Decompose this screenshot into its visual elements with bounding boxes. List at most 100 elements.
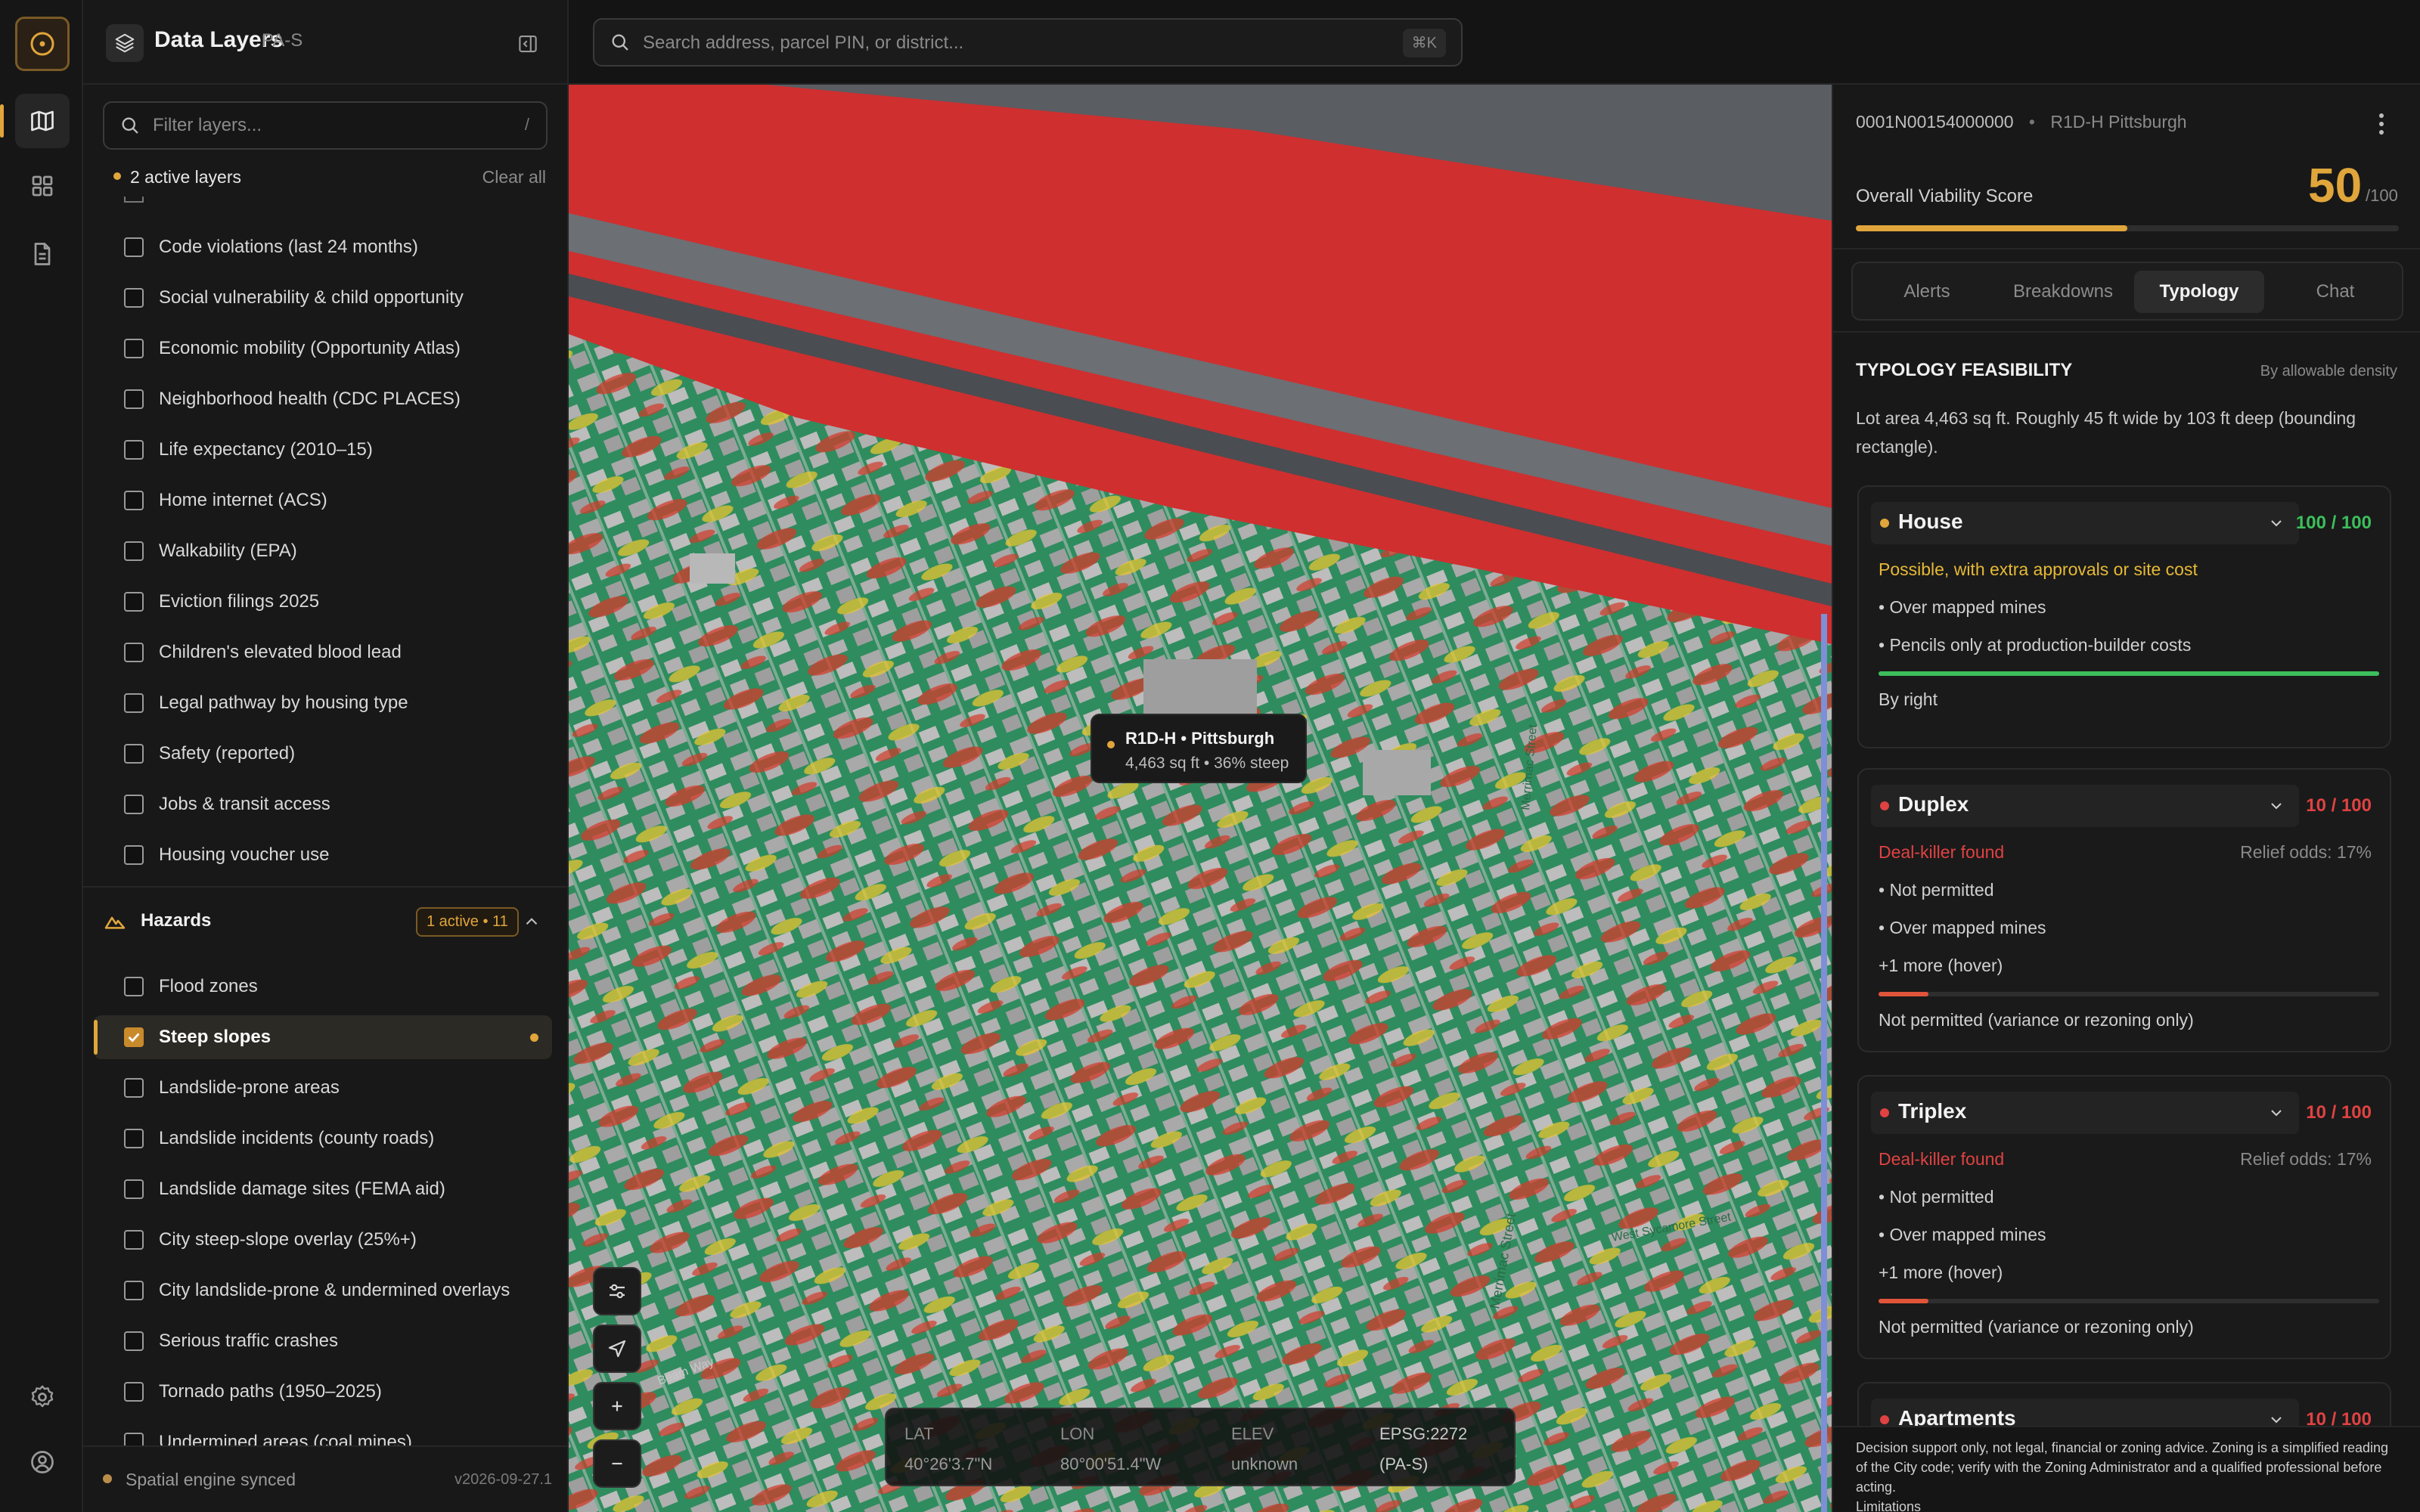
layer-row[interactable]: Jobs & transit access [94, 782, 552, 826]
chevron-down-icon[interactable] [2267, 1104, 2285, 1126]
zoom-in-button[interactable] [593, 1382, 641, 1430]
layer-checkbox[interactable] [124, 491, 144, 510]
layer-row[interactable]: Landslide incidents (county roads) [94, 1117, 552, 1160]
chevron-down-icon[interactable] [2267, 797, 2285, 819]
card-status: Possible, with extra approvals or site c… [1879, 559, 2198, 579]
layer-checkbox[interactable] [124, 288, 144, 308]
layer-row[interactable]: City landslide-prone & undermined overla… [94, 1269, 552, 1312]
layer-row[interactable]: Landslide damage sites (FEMA aid) [94, 1167, 552, 1211]
limitations-link[interactable]: Limitations [1856, 1499, 1921, 1512]
layer-row[interactable]: Safety (reported) [94, 732, 552, 776]
layer-label: Safety (reported) [159, 743, 296, 764]
layer-row[interactable]: Flood zones [94, 965, 552, 1009]
data-layers-sidebar: Data Layers PA-S / 2 active layers Clear… [83, 0, 569, 1512]
more-options-button[interactable] [2370, 110, 2393, 138]
tab-typology[interactable]: Typology [2134, 271, 2264, 313]
layer-checkbox[interactable] [124, 1179, 144, 1199]
disclaimer: Decision support only, not legal, financ… [1833, 1426, 2420, 1512]
more-reasons-link[interactable]: +1 more (hover) [1879, 1263, 2003, 1283]
card-score: 10 / 100 [2306, 795, 2372, 816]
layer-row[interactable]: Tornado paths (1950–2025) [94, 1370, 552, 1414]
map-layers-control[interactable] [593, 1267, 641, 1315]
hazards-group-header[interactable]: Hazards 1 active • 11 [83, 886, 567, 953]
layer-row[interactable]: Serious traffic crashes [94, 1319, 552, 1363]
card-header[interactable]: Duplex [1871, 785, 2299, 827]
layer-checkbox[interactable] [124, 693, 144, 713]
layer-checkbox[interactable] [124, 440, 144, 460]
layer-checkbox[interactable] [124, 845, 144, 865]
lot-description-line2: rectangle). [1856, 437, 1938, 457]
layer-label: Flood zones [159, 976, 258, 996]
tab-breakdowns[interactable]: Breakdowns [1998, 271, 2128, 313]
layer-checkbox[interactable] [124, 1281, 144, 1300]
app-logo-target-icon[interactable] [15, 17, 70, 71]
active-layers-row: 2 active layers Clear all [106, 165, 552, 191]
global-search-input[interactable] [643, 30, 1369, 56]
layer-checkbox[interactable] [124, 237, 144, 257]
clear-all-button[interactable]: Clear all [482, 167, 546, 187]
layer-checkbox[interactable] [124, 1230, 144, 1250]
card-status-dot [1880, 519, 1889, 528]
sliders-icon [610, 1284, 625, 1299]
layer-checkbox[interactable] [124, 643, 144, 662]
layer-row[interactable]: Steep slopes [94, 1015, 552, 1059]
score-max: /100 [2366, 186, 2398, 205]
tab-alerts[interactable]: Alerts [1862, 271, 1992, 313]
layer-row[interactable]: Code violations (last 24 months) [94, 225, 552, 269]
layer-row[interactable]: City steep-slope overlay (25%+) [94, 1218, 552, 1262]
layer-checkbox[interactable] [124, 339, 144, 358]
layer-label: Walkability (EPA) [159, 541, 297, 561]
layer-checkbox[interactable] [124, 1078, 144, 1098]
layer-row[interactable]: Legal pathway by housing type [94, 681, 552, 725]
relief-odds: Relief odds: 17% [2240, 842, 2372, 862]
map-view[interactable]: Merrimac Street Merrimac Street West Syc… [569, 85, 1832, 1512]
locate-me-button[interactable] [593, 1325, 641, 1373]
layer-checkbox[interactable] [124, 541, 144, 561]
global-search-field[interactable]: ⌘K [593, 18, 1463, 67]
account-button[interactable] [15, 1435, 70, 1489]
layer-checkbox[interactable] [124, 1382, 144, 1402]
parcel-header: 0001N00154000000 • R1D-H Pittsburgh [1856, 112, 2187, 132]
layer-row[interactable]: Housing voucher use [94, 833, 552, 877]
filter-layers-input[interactable] [153, 113, 501, 138]
nav-map-button[interactable] [0, 94, 70, 148]
chevron-down-icon[interactable] [2267, 514, 2285, 536]
filter-layers-field[interactable]: / [103, 101, 548, 150]
map-canvas[interactable]: Merrimac Street Merrimac Street West Syc… [569, 85, 1832, 1512]
layer-checkbox[interactable] [124, 1027, 144, 1047]
card-header[interactable]: Triplex [1871, 1092, 2299, 1134]
more-reasons-link[interactable]: +1 more (hover) [1879, 956, 2003, 976]
layer-row[interactable]: Children's elevated blood lead [94, 631, 552, 674]
card-title: Duplex [1898, 792, 1969, 816]
layer-row[interactable]: Social vulnerability & child opportunity [94, 276, 552, 320]
layer-row[interactable]: Life expectancy (2010–15) [94, 428, 552, 472]
layer-row[interactable]: Eviction filings 2025 [94, 580, 552, 624]
layer-checkbox[interactable] [124, 744, 144, 764]
zoom-out-button[interactable] [593, 1439, 641, 1488]
relief-odds: Relief odds: 17% [2240, 1149, 2372, 1169]
layer-row[interactable]: Economic mobility (Opportunity Atlas) [94, 327, 552, 370]
layer-checkbox[interactable] [124, 795, 144, 814]
layer-row[interactable]: Walkability (EPA) [94, 529, 552, 573]
layer-checkbox[interactable] [124, 977, 144, 996]
layer-label: Serious traffic crashes [159, 1331, 338, 1351]
card-header[interactable]: House [1871, 502, 2299, 544]
layer-checkbox[interactable] [124, 1129, 144, 1148]
hazards-active-badge: 1 active • 11 [416, 907, 519, 937]
settings-button[interactable] [15, 1370, 70, 1424]
card-score-bar [1879, 671, 2379, 676]
layer-label: Steep slopes [159, 1027, 271, 1047]
layer-checkbox[interactable] [124, 592, 144, 612]
layer-row[interactable]: Home internet (ACS) [94, 479, 552, 522]
chevron-up-icon[interactable] [522, 912, 541, 931]
search-shortcut-hint: ⌘K [1402, 29, 1446, 57]
layer-row[interactable]: Landslide-prone areas [94, 1066, 552, 1110]
collapse-sidebar-button[interactable] [511, 27, 544, 60]
divider [1833, 248, 2420, 249]
nav-grid-button[interactable] [15, 159, 70, 213]
nav-report-button[interactable] [15, 227, 70, 281]
tab-chat[interactable]: Chat [2270, 271, 2400, 313]
layer-checkbox[interactable] [124, 389, 144, 409]
layer-row[interactable]: Neighborhood health (CDC PLACES) [94, 377, 552, 421]
layer-checkbox[interactable] [124, 1331, 144, 1351]
